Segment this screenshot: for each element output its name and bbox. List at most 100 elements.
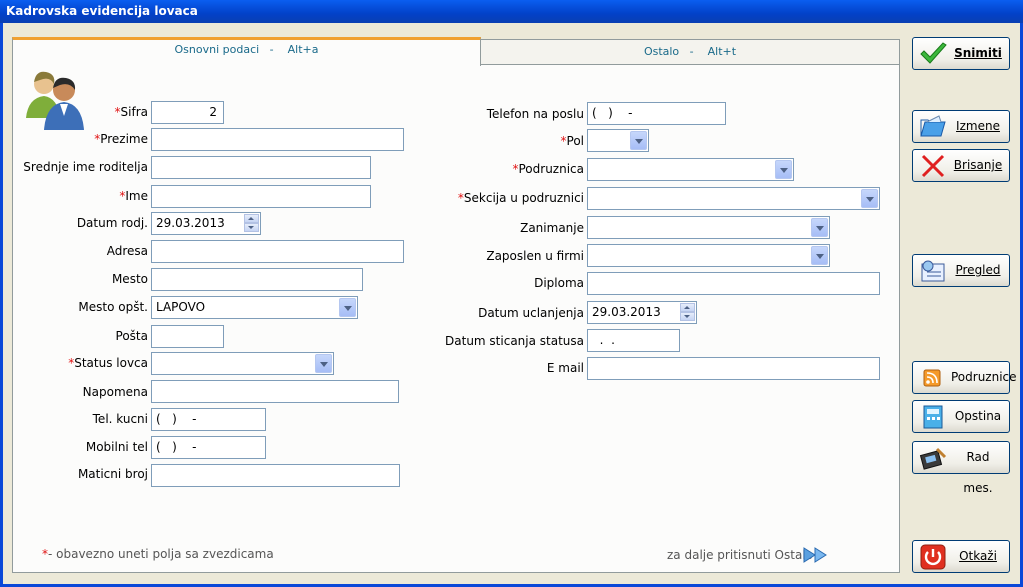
- email-input[interactable]: [587, 357, 880, 380]
- podruznica-select[interactable]: [587, 158, 794, 181]
- spin-down-icon[interactable]: [244, 223, 259, 232]
- spin-up-icon[interactable]: [680, 303, 695, 312]
- sekcija-label-text: Sekcija u podruznici: [463, 191, 584, 205]
- adresa-input[interactable]: [151, 240, 404, 263]
- checkmark-icon: [920, 42, 947, 64]
- zaposlen-select[interactable]: [587, 244, 830, 267]
- sekcija-label: *Sekcija u podruznici: [430, 191, 584, 205]
- mesto-opst-select[interactable]: LAPOVO: [151, 296, 358, 319]
- chevron-down-icon[interactable]: [811, 246, 828, 265]
- spin-down-icon[interactable]: [680, 312, 695, 321]
- pregled-label: Pregled: [955, 263, 1001, 277]
- prezime-input[interactable]: [151, 128, 404, 151]
- otkazi-button[interactable]: Otkaži: [912, 540, 1010, 573]
- snimiti-label: Snimiti: [954, 46, 1002, 60]
- spin-up-icon[interactable]: [244, 214, 259, 223]
- datum-rodj-spinner[interactable]: [244, 214, 259, 233]
- datum-rodj-label: Datum rodj.: [76, 216, 148, 230]
- mesto-label: Mesto: [111, 272, 148, 286]
- status-lovca-label: *Status lovca: [40, 356, 148, 370]
- ime-label: *Ime: [60, 189, 148, 203]
- workplace-icon: [919, 447, 947, 470]
- opstina-button[interactable]: Opstina: [912, 400, 1010, 433]
- podruznice-label: Podruznice: [951, 370, 1017, 384]
- tab-osnovni-podaci[interactable]: Osnovni podaci - Alt+a: [12, 37, 481, 66]
- folder-icon: [920, 115, 946, 137]
- datum-uclanjenja-input[interactable]: 29.03.2013: [587, 301, 697, 324]
- posta-input[interactable]: [151, 325, 224, 348]
- sifra-input[interactable]: 2: [151, 101, 224, 124]
- adresa-label: Adresa: [106, 244, 148, 258]
- mobilni-tel-input[interactable]: ( ) -: [151, 436, 266, 459]
- srednje-ime-input[interactable]: [151, 156, 371, 179]
- napomena-label: Napomena: [82, 385, 148, 399]
- rad-mes-label: Rad mes.: [963, 450, 993, 495]
- zaposlen-label: Zaposlen u firmi: [486, 249, 584, 263]
- double-arrow-right-icon[interactable]: [802, 545, 832, 565]
- power-icon: [920, 544, 946, 570]
- ime-input[interactable]: [151, 185, 371, 208]
- srednje-ime-label: Srednje ime roditelja: [23, 160, 148, 174]
- maticni-broj-label: Maticni broj: [77, 467, 148, 481]
- datum-sticanja-input[interactable]: . .: [587, 329, 680, 352]
- brisanje-label: Brisanje: [953, 158, 1003, 172]
- izmene-label: Izmene: [956, 119, 1000, 133]
- rad-mes-button[interactable]: Rad mes.: [912, 441, 1010, 495]
- tel-kucni-input[interactable]: ( ) -: [151, 408, 266, 431]
- maticni-broj-input[interactable]: [151, 464, 400, 487]
- required-note: *- obavezno uneti polja sa zvezdicama: [42, 547, 274, 561]
- status-lovca-label-text: Status lovca: [74, 356, 148, 370]
- izmene-button[interactable]: Izmene: [912, 110, 1010, 143]
- pol-label-text: Pol: [566, 134, 584, 148]
- sifra-label-text: Sifra: [120, 105, 148, 119]
- chevron-down-icon[interactable]: [775, 160, 792, 179]
- mesto-opst-label: Mesto opšt.: [78, 300, 148, 314]
- podruznica-label: *Podruznica: [430, 162, 585, 176]
- preview-icon: [921, 260, 945, 282]
- datum-uclanjenja-label: Datum uclanjenja: [478, 306, 584, 320]
- otkazi-label: Otkaži: [959, 549, 997, 563]
- email-label: E mail: [546, 361, 584, 375]
- brisanje-button[interactable]: Brisanje: [912, 149, 1010, 182]
- diploma-label: Diploma: [534, 276, 584, 290]
- chevron-down-icon[interactable]: [861, 189, 878, 208]
- mobilni-tel-label: Mobilni tel: [85, 440, 148, 454]
- datum-rodj-input[interactable]: 29.03.2013: [151, 212, 261, 235]
- pol-label: *Pol: [430, 134, 584, 148]
- tab-ostalo[interactable]: Ostalo - Alt+t: [480, 39, 900, 65]
- window-title: Kadrovska evidencija lovaca: [6, 4, 198, 18]
- status-lovca-select[interactable]: [151, 352, 334, 375]
- window-title-bar[interactable]: Kadrovska evidencija lovaca: [0, 0, 1023, 23]
- datum-uclanjenja-value: 29.03.2013: [592, 305, 661, 319]
- napomena-input[interactable]: [151, 380, 399, 403]
- datum-uclanjenja-spinner[interactable]: [680, 303, 695, 322]
- prezime-label-text: Prezime: [100, 132, 148, 146]
- datum-sticanja-label: Datum sticanja statusa: [445, 334, 584, 348]
- datum-rodj-value: 29.03.2013: [156, 216, 225, 230]
- diploma-input[interactable]: [587, 272, 880, 295]
- podruznice-button[interactable]: Podruznice: [912, 361, 1017, 394]
- zanimanje-label: Zanimanje: [520, 221, 584, 235]
- chevron-down-icon[interactable]: [339, 298, 356, 317]
- chevron-down-icon[interactable]: [811, 218, 828, 237]
- snimiti-button[interactable]: Snimiti: [912, 37, 1010, 70]
- tel-kucni-label: Tel. kucni: [92, 412, 148, 426]
- required-note-text: - obavezno uneti polja sa zvezdicama: [48, 547, 274, 561]
- mesto-opst-value: LAPOVO: [156, 300, 206, 314]
- chevron-down-icon[interactable]: [315, 354, 332, 373]
- ime-label-text: Ime: [125, 189, 148, 203]
- next-hint: za dalje pritisnuti Ostalo: [667, 548, 813, 562]
- telefon-posao-label: Telefon na poslu: [486, 107, 584, 121]
- sifra-label: *Sifra: [60, 105, 148, 119]
- users-icon: [26, 71, 84, 130]
- rss-icon: [923, 369, 941, 387]
- zanimanje-select[interactable]: [587, 216, 830, 239]
- sekcija-select[interactable]: [587, 187, 880, 210]
- calculator-icon: [923, 405, 943, 429]
- prezime-label: *Prezime: [40, 132, 148, 146]
- pregled-button[interactable]: Pregled: [912, 254, 1010, 287]
- chevron-down-icon[interactable]: [630, 131, 647, 150]
- mesto-input[interactable]: [151, 268, 363, 291]
- telefon-posao-input[interactable]: ( ) -: [587, 102, 726, 125]
- pol-select[interactable]: [587, 129, 649, 152]
